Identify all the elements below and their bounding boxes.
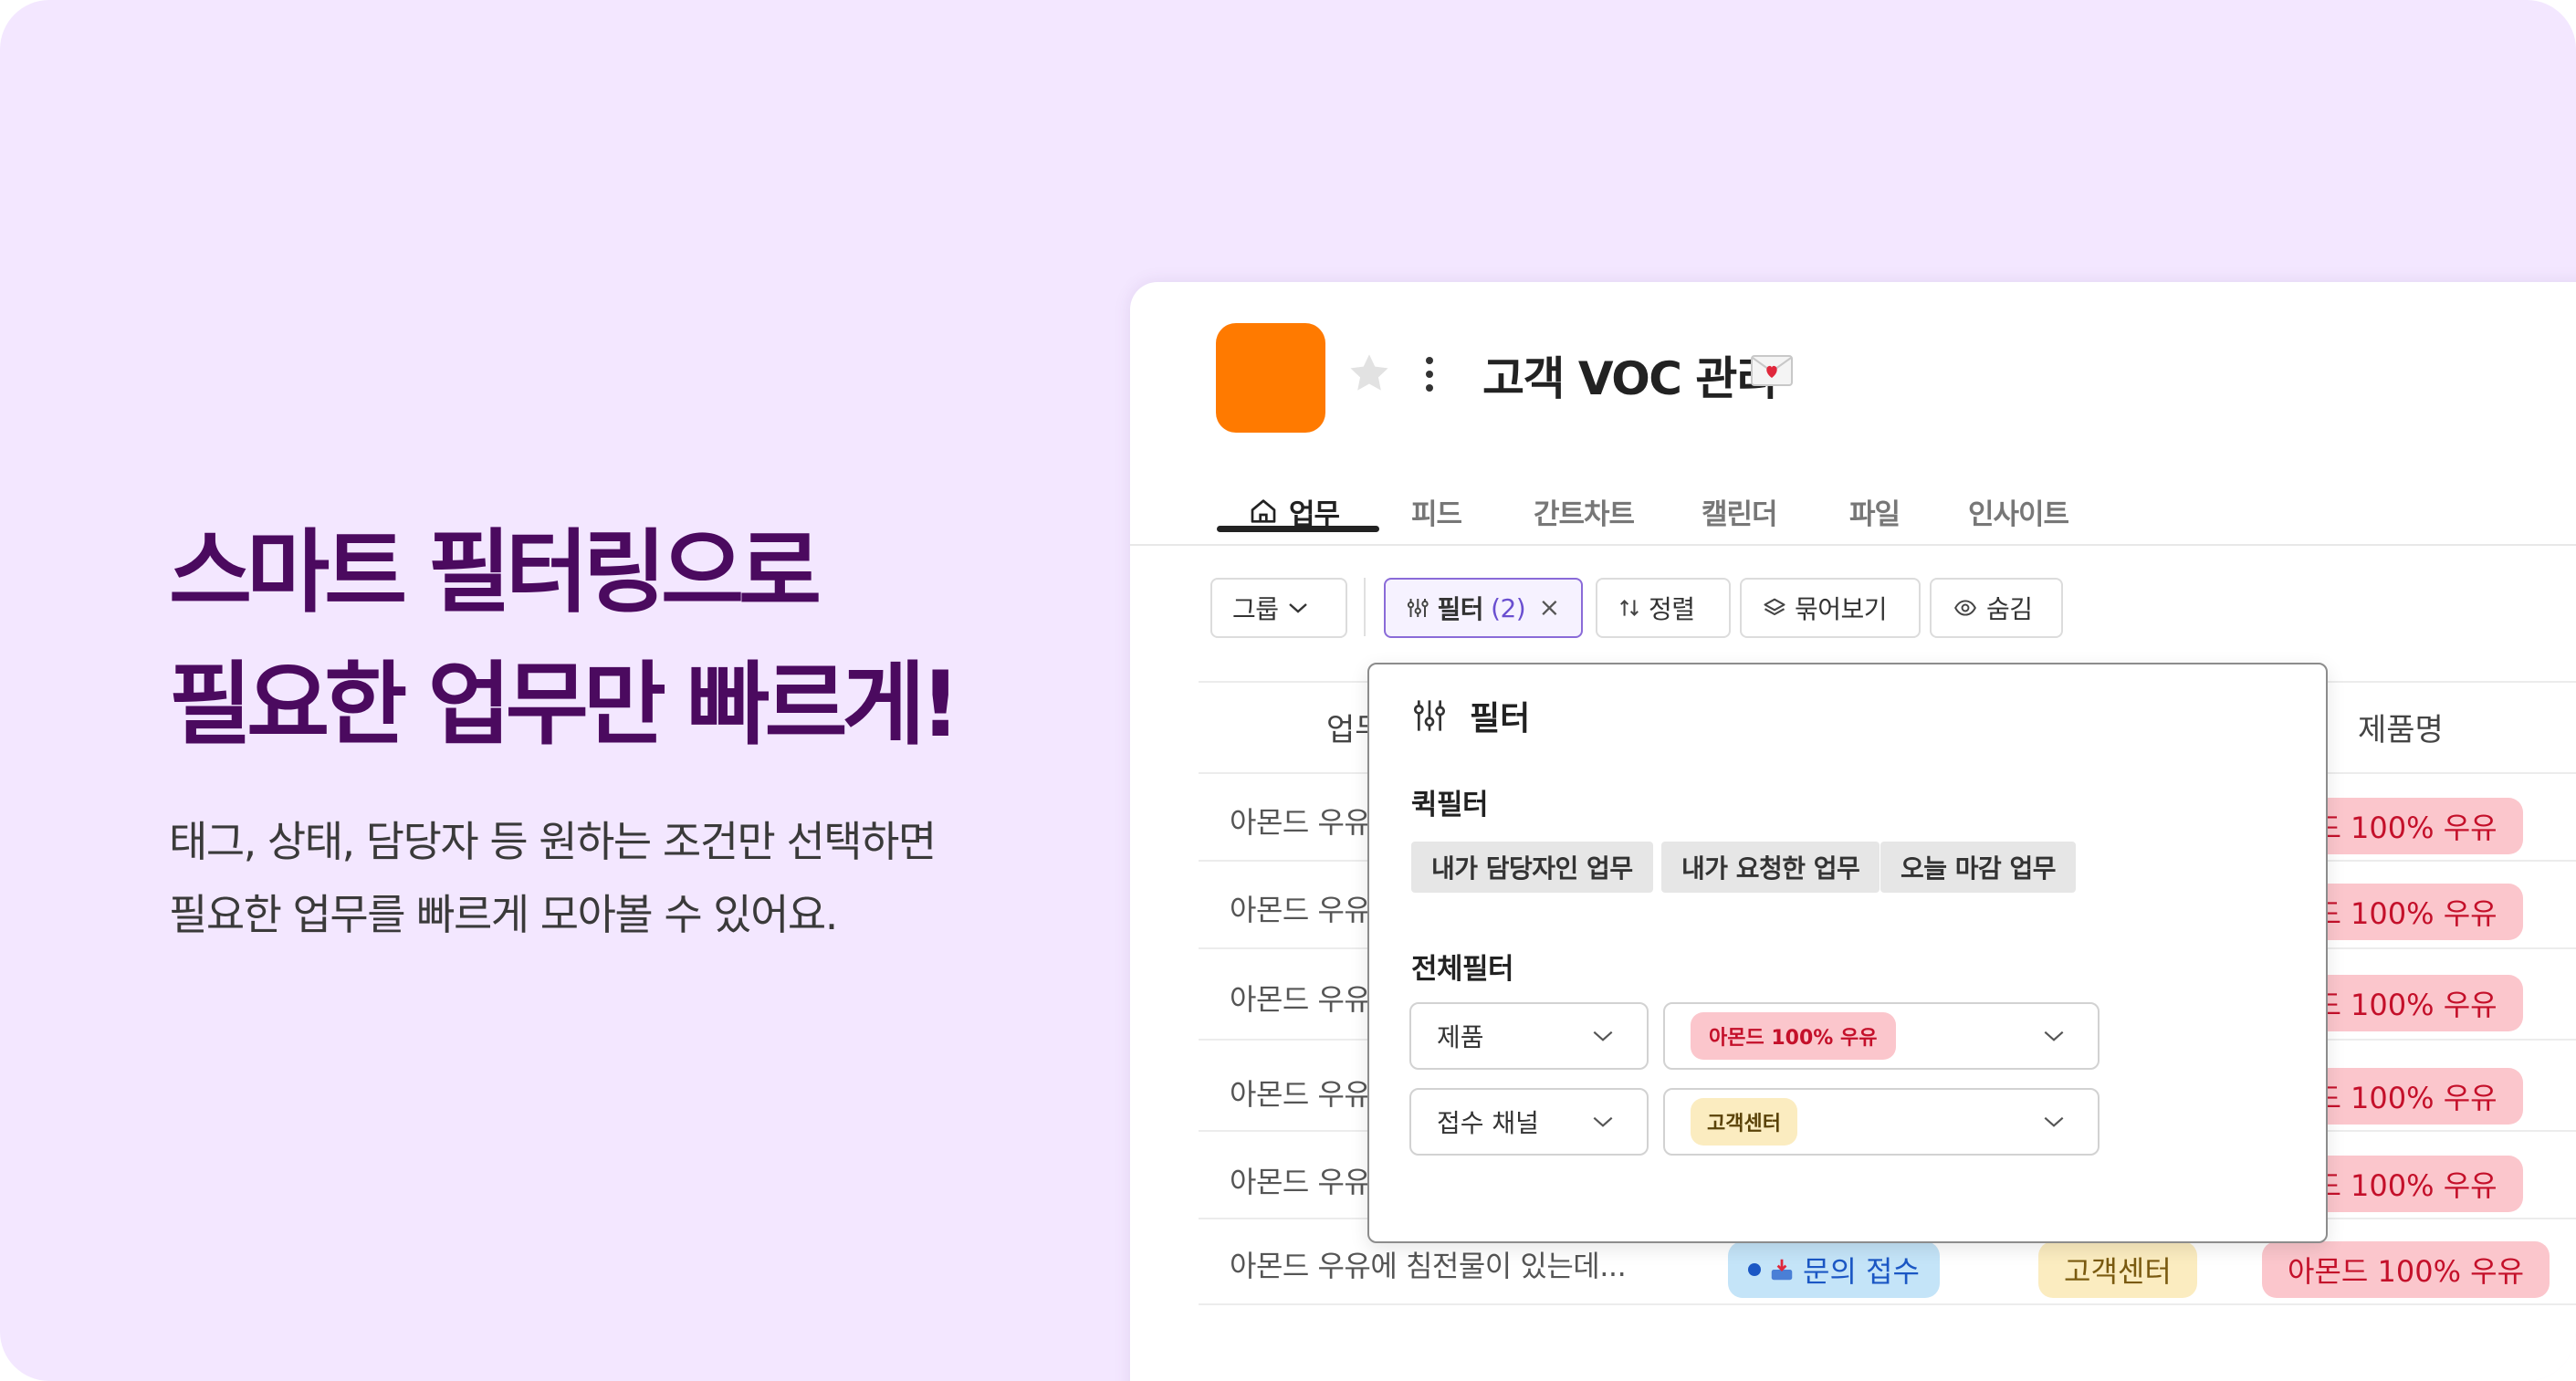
value-tag: 고객센터 bbox=[1691, 1098, 1797, 1146]
task-name: 아몬드 우유 bbox=[1230, 893, 1371, 927]
chevron-down-icon bbox=[2044, 1031, 2064, 1041]
project-logo bbox=[1216, 323, 1325, 433]
subcopy: 태그, 상태, 담당자 등 원하는 조건만 선택하면 필요한 업무를 빠르게 모… bbox=[169, 805, 937, 951]
filter-field-select[interactable]: 제품 bbox=[1409, 1002, 1649, 1070]
star-icon[interactable] bbox=[1346, 350, 1393, 397]
tab-tasks[interactable]: 업무 bbox=[1249, 478, 1340, 544]
tab-label: 파일 bbox=[1849, 497, 1901, 531]
field-value: 접수 채널 bbox=[1437, 1108, 1539, 1138]
close-icon[interactable] bbox=[1538, 595, 1561, 621]
quick-filter-my-assigned[interactable]: 내가 담당자인 업무 bbox=[1411, 842, 1653, 893]
subcopy-line-2: 필요한 업무를 빠르게 모아볼 수 있어요. bbox=[169, 890, 838, 939]
tab-gantt[interactable]: 간트차트 bbox=[1534, 478, 1635, 544]
value-tag: 아몬드 100% 우유 bbox=[1691, 1012, 1896, 1060]
headline: 스마트 필터링으로 필요한 업무만 빠르게! bbox=[169, 507, 961, 771]
status-label: 문의 접수 bbox=[1803, 1254, 1920, 1289]
filter-button[interactable]: 필터 (2) bbox=[1384, 578, 1583, 638]
quick-filter-label: 퀵필터 bbox=[1411, 789, 1489, 821]
promo-banner: 스마트 필터링으로 필요한 업무만 빠르게! 태그, 상태, 담당자 등 원하는… bbox=[0, 0, 2576, 1381]
bundle-view-label: 묶어보기 bbox=[1795, 594, 1888, 624]
tab-files[interactable]: 파일 bbox=[1849, 478, 1901, 544]
bundle-view-button[interactable]: 묶어보기 bbox=[1740, 578, 1921, 638]
filter-count: (2) bbox=[1491, 592, 1526, 623]
chevron-down-icon bbox=[2044, 1116, 2064, 1127]
tab-label: 캘린더 bbox=[1702, 497, 1778, 531]
tab-calendar[interactable]: 캘린더 bbox=[1702, 478, 1778, 544]
toolbar-divider bbox=[1364, 578, 1366, 636]
product-tag: 아몬드 100% 우유 bbox=[2262, 1241, 2550, 1298]
chevron-down-icon bbox=[1593, 1031, 1613, 1041]
task-name: 아몬드 우유 bbox=[1230, 1077, 1371, 1112]
inbox-icon bbox=[1771, 1259, 1793, 1281]
chevron-down-icon bbox=[1288, 603, 1307, 613]
subcopy-line-1: 태그, 상태, 담당자 등 원하는 조건만 선택하면 bbox=[169, 817, 937, 866]
tab-label: 피드 bbox=[1411, 497, 1462, 531]
filter-popover: 필터 퀵필터 내가 담당자인 업무 내가 요청한 업무 오늘 마감 업무 전체필… bbox=[1367, 663, 2328, 1243]
filter-value-select[interactable]: 고객센터 bbox=[1663, 1088, 2100, 1156]
filter-label: 필터 bbox=[1437, 594, 1484, 624]
task-name: 아몬드 우유 bbox=[1230, 805, 1371, 840]
status-tag: 문의 접수 bbox=[1728, 1241, 1940, 1298]
sort-button[interactable]: 정렬 bbox=[1596, 578, 1731, 638]
kebab-menu-icon[interactable] bbox=[1422, 353, 1437, 395]
sort-label: 정렬 bbox=[1649, 594, 1695, 624]
love-letter-icon bbox=[1751, 355, 1793, 386]
filter-value-select[interactable]: 아몬드 100% 우유 bbox=[1663, 1002, 2100, 1070]
home-icon bbox=[1251, 499, 1276, 523]
popover-title: 필터 bbox=[1411, 692, 1530, 739]
layers-icon bbox=[1764, 598, 1785, 616]
group-button[interactable]: 그룹 bbox=[1210, 578, 1347, 638]
group-label: 그룹 bbox=[1232, 594, 1279, 624]
tab-label: 인사이트 bbox=[1968, 497, 2069, 531]
hide-button[interactable]: 숨김 bbox=[1930, 578, 2063, 638]
quick-filter-my-requested[interactable]: 내가 요청한 업무 bbox=[1661, 842, 1880, 893]
eye-icon bbox=[1954, 600, 1976, 616]
filter-sliders-icon bbox=[1407, 599, 1429, 617]
tab-label: 간트차트 bbox=[1534, 497, 1635, 531]
task-name: 아몬드 우유에 침전물이 있는데... bbox=[1230, 1249, 1627, 1283]
all-filter-label: 전체필터 bbox=[1411, 953, 1514, 986]
header-product[interactable]: 제품명 bbox=[2358, 705, 2444, 749]
filter-field-select[interactable]: 접수 채널 bbox=[1409, 1088, 1649, 1156]
task-name: 아몬드 우유 bbox=[1230, 1165, 1371, 1199]
tab-bar: 업무 피드 간트차트 캘린더 파일 인사이트 bbox=[1130, 478, 2576, 546]
quick-filter-due-today[interactable]: 오늘 마감 업무 bbox=[1880, 842, 2077, 893]
task-name: 아몬드 우유 bbox=[1230, 982, 1371, 1017]
project-title: 고객 VOC 관리 bbox=[1482, 352, 1778, 405]
sort-arrows-icon bbox=[1620, 599, 1639, 617]
headline-line-2: 필요한 업무만 빠르게! bbox=[169, 653, 961, 758]
popover-title-text: 필터 bbox=[1470, 700, 1531, 738]
field-value: 제품 bbox=[1437, 1022, 1484, 1052]
active-tab-indicator bbox=[1217, 526, 1379, 532]
tab-feed[interactable]: 피드 bbox=[1411, 478, 1462, 544]
filter-sliders-icon bbox=[1413, 700, 1446, 731]
tab-insights[interactable]: 인사이트 bbox=[1968, 478, 2069, 544]
channel-tag: 고객센터 bbox=[2038, 1241, 2197, 1298]
status-dot bbox=[1748, 1263, 1761, 1276]
headline-line-1: 스마트 필터링으로 bbox=[169, 520, 822, 625]
chevron-down-icon bbox=[1593, 1116, 1613, 1127]
hide-label: 숨김 bbox=[1986, 594, 2033, 624]
